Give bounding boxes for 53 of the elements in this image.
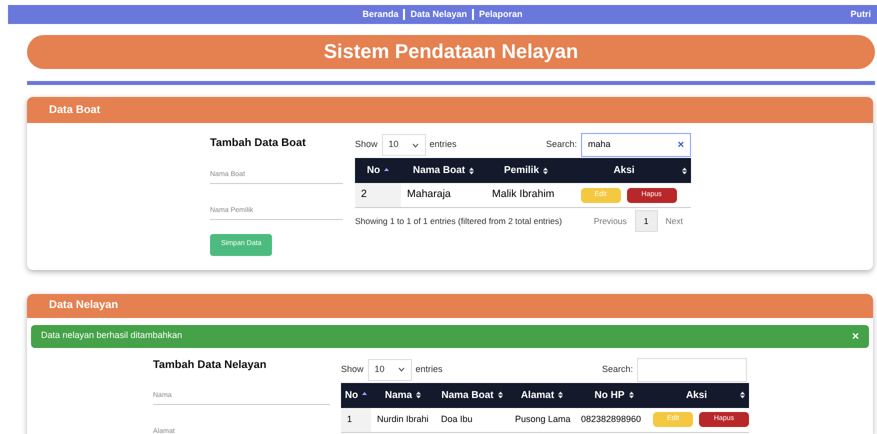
column-header[interactable]: No HP — [575, 382, 653, 408]
column-header[interactable]: Aksi — [653, 382, 749, 408]
sort-icon — [740, 391, 745, 399]
search-label: Search: — [602, 362, 633, 376]
column-header[interactable]: Alamat — [509, 382, 575, 408]
page-title: Sistem Pendataan Nelayan — [324, 40, 578, 65]
search-field[interactable] — [637, 358, 747, 382]
column-header[interactable]: No — [341, 382, 371, 408]
table-cell: 1 — [341, 408, 371, 432]
form-title: Tambah Data Nelayan — [153, 358, 268, 372]
nav-link[interactable]: Beranda — [362, 8, 398, 22]
chevron-down-icon — [398, 367, 405, 372]
entries-label: entries — [416, 362, 443, 376]
column-header[interactable]: Nama — [371, 382, 435, 408]
table-cell: 2 — [355, 183, 401, 208]
sort-icon — [469, 166, 474, 174]
nav-link[interactable]: Pelaporan — [479, 8, 523, 22]
card-title: Data Boat — [49, 102, 100, 118]
show-label: Show — [355, 138, 378, 152]
sort-icon — [498, 391, 503, 399]
page-button[interactable]: Next — [658, 210, 691, 232]
user-name[interactable]: Putri — [850, 8, 871, 22]
page-button[interactable]: 1 — [634, 210, 658, 232]
table-cell: Pusong Lama — [509, 408, 575, 432]
entries-select[interactable]: 10 — [368, 358, 412, 380]
nav-link[interactable]: Data Nelayan — [410, 8, 468, 22]
entries-select[interactable]: 10 — [382, 134, 426, 156]
table-info: Showing 1 to 1 of 1 entries (filtered from 2 total entries) — [355, 214, 562, 228]
table-cell: Malik Ibrahim — [486, 183, 566, 208]
search-field[interactable]: maha × — [581, 133, 691, 157]
form-title: Tambah Data Boat — [210, 136, 307, 151]
table-cell: Maharaja — [401, 183, 486, 208]
column-header[interactable]: Nama Boat — [401, 158, 486, 183]
chevron-down-icon — [412, 142, 419, 148]
table-cell: Nurdin Ibrahi — [371, 408, 435, 432]
show-label: Show — [341, 362, 364, 376]
sort-icon — [682, 166, 687, 174]
column-header[interactable]: Nama Boat — [435, 382, 509, 408]
table-cell: 082382898960 — [575, 408, 653, 432]
sort-icon — [416, 391, 422, 399]
entries-label: entries — [430, 138, 457, 152]
alert-message: Data nelayan berhasil ditambahkan — [41, 329, 182, 342]
table-cell: Doa Ibu — [435, 408, 509, 432]
page-button[interactable]: Previous — [586, 210, 635, 232]
sort-icon — [628, 391, 634, 399]
card-title: Data Nelayan — [49, 298, 118, 314]
search-label: Search: — [546, 138, 577, 152]
clear-search-button[interactable]: × — [678, 136, 684, 154]
sort-icon — [558, 391, 564, 399]
column-header[interactable]: Pemilik — [486, 158, 566, 183]
column-header[interactable]: No — [355, 158, 401, 183]
column-header[interactable]: Aksi — [566, 158, 691, 183]
sort-icon — [543, 166, 548, 174]
